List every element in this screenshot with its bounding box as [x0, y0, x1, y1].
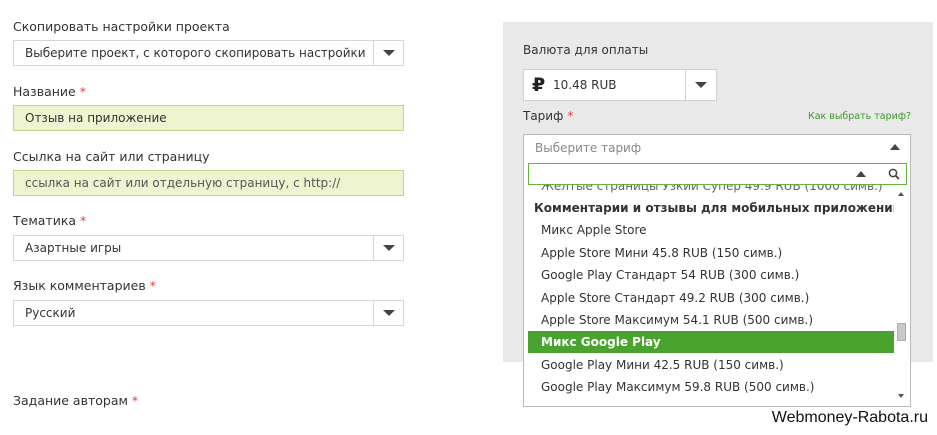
tariff-option-label: Apple Store Мини 45.8 RUB (150 симв.) [541, 246, 783, 260]
required-marker: * [79, 84, 86, 99]
scroll-up-icon[interactable] [898, 192, 904, 196]
required-marker: * [80, 213, 87, 228]
tariff-option[interactable]: Микс Apple Store [528, 219, 894, 241]
chevron-up-icon [856, 171, 866, 177]
tariff-option[interactable]: Apple Store Максимум 54.1 RUB (500 симв.… [528, 309, 894, 331]
tariff-option-selected[interactable]: Микс Google Play [528, 331, 894, 353]
task-label: Задание авторам * [13, 393, 139, 408]
copy-settings-dropdown-toggle[interactable] [373, 41, 403, 65]
chevron-down-icon [382, 310, 395, 316]
copy-settings-label: Скопировать настройки проекта [13, 19, 230, 34]
tariff-label: Тариф * [523, 109, 574, 123]
topic-dropdown-toggle[interactable] [373, 236, 403, 260]
copy-settings-select[interactable]: Выберите проект, с которого скопировать … [13, 40, 404, 66]
tariff-dropdown[interactable]: Выберите тариф Желтые страницы Узкий Суп… [523, 134, 911, 407]
currency-dropdown-toggle[interactable] [685, 70, 716, 100]
tariff-option-label: Apple Store Максимум 54.1 RUB (500 симв.… [541, 313, 813, 327]
tariff-option-label: Желтые страницы Узкий Супер 49.9 RUB (10… [541, 185, 883, 193]
topic-label: Тематика * [13, 213, 87, 228]
topic-value: Азартные игры [25, 241, 122, 255]
link-field[interactable]: ссылка на сайт или отдельную страницу, с… [13, 170, 404, 196]
tariff-placeholder: Выберите тариф [535, 141, 642, 155]
name-label: Название * [13, 84, 86, 99]
language-dropdown-toggle[interactable] [373, 301, 403, 325]
tariff-option-label: Google Play Стандарт 54 RUB (300 симв.) [541, 268, 800, 282]
tariff-option[interactable]: Google Play Максимум 59.8 RUB (500 симв.… [528, 376, 894, 398]
tariff-option-label: Apple Store Стандарт 49.2 RUB (300 симв.… [541, 291, 810, 305]
search-icon [888, 168, 900, 180]
required-marker: * [131, 393, 139, 408]
copy-settings-value: Выберите проект, с которого скопировать … [25, 46, 366, 60]
required-marker: * [567, 109, 574, 123]
topic-select[interactable]: Азартные игры [13, 235, 404, 261]
how-to-choose-tariff-link[interactable]: Как выбрать тариф? [808, 111, 911, 122]
link-field-placeholder: ссылка на сайт или отдельную страницу, с… [25, 176, 341, 190]
link-label: Ссылка на сайт или страницу [13, 149, 210, 164]
tariff-option[interactable]: Google Play Мини 42.5 RUB (150 симв.) [528, 354, 894, 376]
tariff-option-label: Комментарии и отзывы для мобильных прило… [534, 201, 894, 215]
tariff-option-label: Микс Google Play [541, 335, 661, 349]
chevron-down-icon [695, 82, 707, 88]
tariff-option[interactable]: Google Play Стандарт 54 RUB (300 симв.) [528, 264, 894, 286]
chevron-up-icon [890, 144, 900, 150]
name-field[interactable]: Отзыв на приложение [13, 105, 404, 131]
tariff-select-header[interactable]: Выберите тариф [524, 135, 910, 160]
scroll-down-icon[interactable] [898, 394, 904, 398]
tariff-option-label: Микс Apple Store [541, 223, 647, 237]
tariff-option[interactable]: Apple Store Стандарт 49.2 RUB (300 симв.… [528, 287, 894, 309]
currency-select[interactable]: ₽ 10.48 RUB [523, 69, 717, 101]
tariff-option[interactable]: Apple Store Мини 45.8 RUB (150 симв.) [528, 242, 894, 264]
chevron-down-icon [382, 245, 395, 251]
currency-value: 10.48 RUB [553, 78, 617, 92]
language-value: Русский [25, 306, 76, 320]
tariff-option-label: Google Play Максимум 59.8 RUB (500 симв.… [541, 380, 815, 394]
chevron-down-icon [382, 50, 395, 56]
ruble-icon: ₽ [532, 74, 546, 96]
scrollbar-thumb[interactable] [897, 323, 906, 341]
required-marker: * [149, 278, 156, 293]
tariff-group-header: Комментарии и отзывы для мобильных прило… [528, 197, 894, 219]
language-select[interactable]: Русский [13, 300, 404, 326]
tariff-search-input[interactable] [528, 163, 907, 185]
currency-label: Валюта для оплаты [523, 43, 649, 57]
name-field-value: Отзыв на приложение [25, 111, 167, 125]
watermark: Webmoney-Rabota.ru [771, 409, 928, 426]
language-label: Язык комментариев * [13, 278, 156, 293]
options-scrollbar[interactable] [895, 188, 907, 402]
tariff-option-label: Google Play Мини 42.5 RUB (150 симв.) [541, 358, 784, 372]
tariff-options-list: Желтые страницы Узкий Супер 49.9 RUB (10… [528, 185, 894, 405]
